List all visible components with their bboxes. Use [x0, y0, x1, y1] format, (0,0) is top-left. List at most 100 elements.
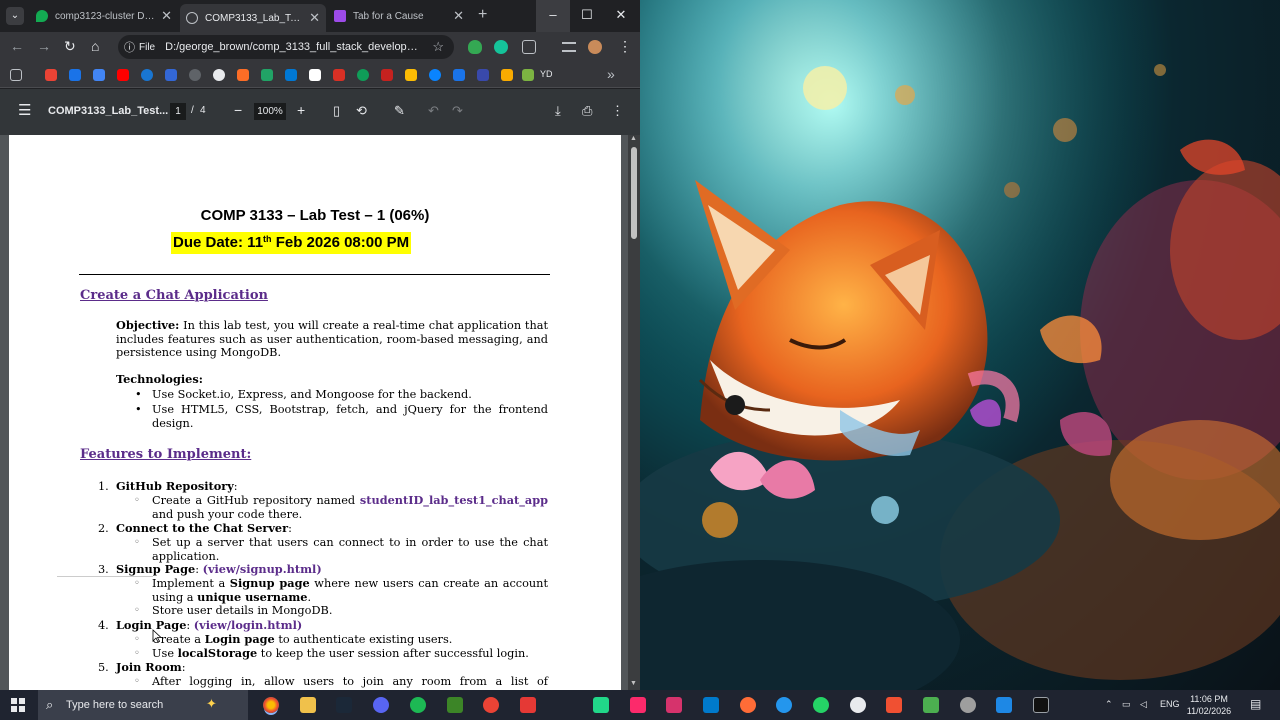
gmail-icon[interactable] — [45, 69, 57, 81]
bookmark-circle-icon[interactable] — [189, 69, 201, 81]
chrome-taskbar-icon[interactable] — [263, 697, 279, 713]
more-menu-icon[interactable]: ⋮ — [618, 38, 632, 55]
bookmark-indigo-icon[interactable] — [477, 69, 489, 81]
reload-icon[interactable]: ↻ — [64, 38, 76, 55]
forward-arrow-icon[interactable]: → — [37, 38, 51, 54]
edge-icon[interactable] — [996, 697, 1012, 713]
bookmark-multicolor-icon[interactable] — [522, 69, 534, 81]
gitlab-icon[interactable] — [237, 69, 249, 81]
shield-extension-icon[interactable] — [468, 40, 482, 54]
google-drive-icon[interactable] — [405, 69, 417, 81]
steam-icon[interactable] — [336, 697, 352, 713]
close-tab-icon[interactable]: ✕ — [309, 10, 320, 26]
grammarly-icon[interactable] — [494, 40, 508, 54]
bookmark-green-circle-icon[interactable] — [357, 69, 369, 81]
redo-icon[interactable]: ↷ — [452, 103, 463, 119]
whatsapp-icon[interactable] — [813, 697, 829, 713]
annotate-pen-icon[interactable]: ✎ — [394, 103, 405, 119]
filezilla-icon[interactable] — [520, 697, 536, 713]
chevron-double-right-icon[interactable]: » — [607, 66, 615, 82]
download-icon[interactable]: ⤓ — [555, 103, 561, 119]
bookmark-crimson-icon[interactable] — [381, 69, 393, 81]
scrollbar-thumb[interactable] — [631, 147, 637, 239]
bookmark-linkedin-icon[interactable] — [285, 69, 297, 81]
hamburger-menu-icon[interactable]: ☰ — [18, 101, 31, 119]
volume-icon[interactable]: ◁ — [1140, 699, 1147, 710]
amazon-icon[interactable] — [309, 69, 321, 81]
tab-mongodb[interactable]: comp3123-cluster Data ✕ — [30, 4, 178, 28]
tray-chevron-icon[interactable]: ⌃ — [1105, 699, 1113, 710]
rider-icon[interactable] — [666, 697, 682, 713]
tab-search-button[interactable]: ⌄ — [6, 7, 24, 25]
technologies-label: Technologies: — [116, 372, 203, 386]
extensions-puzzle-icon[interactable] — [522, 40, 536, 54]
bookmark-star-icon[interactable]: ☆ — [432, 39, 444, 55]
file-path: (view/signup.html) — [202, 562, 322, 576]
zoom-out-button[interactable]: − — [234, 102, 242, 118]
tab-pdf[interactable]: COMP3133_Lab_Test_1.p ✕ — [180, 4, 326, 32]
undo-icon[interactable]: ↶ — [428, 103, 439, 119]
zoom-in-button[interactable]: + — [297, 102, 305, 118]
bookmark-yellow-icon[interactable] — [501, 69, 513, 81]
close-tab-icon[interactable]: ✕ — [161, 8, 172, 24]
windows-start-icon[interactable] — [11, 698, 25, 712]
info-icon[interactable]: ⓘ — [124, 39, 135, 55]
address-bar[interactable]: ⓘ File D:/george_brown/comp_3133_full_st… — [118, 35, 454, 59]
discord-icon[interactable] — [373, 697, 389, 713]
new-tab-button[interactable]: + — [478, 6, 487, 24]
pycharm-icon[interactable] — [593, 697, 609, 713]
home-icon[interactable]: ⌂ — [91, 38, 99, 54]
bookmark-yd[interactable]: YD — [540, 69, 553, 79]
github-icon[interactable] — [213, 69, 225, 81]
scroll-up-icon[interactable]: ▲ — [630, 135, 637, 142]
apps-grid-icon[interactable] — [10, 69, 22, 81]
notepad-icon[interactable] — [923, 697, 939, 713]
postman-icon[interactable] — [740, 697, 756, 713]
language-indicator[interactable]: ENG — [1160, 699, 1180, 709]
pdf-viewer[interactable]: COMP 3133 – Lab Test – 1 (06%) Due Date:… — [0, 135, 640, 690]
pdf-scrollbar[interactable]: ▲ ▼ — [628, 135, 640, 690]
bookmark-grid-icon[interactable] — [453, 69, 465, 81]
git-icon[interactable] — [886, 697, 902, 713]
maximize-button[interactable]: ☐ — [570, 0, 604, 32]
bookmark-docs-icon[interactable] — [93, 69, 105, 81]
print-icon[interactable]: ⎙ — [582, 103, 592, 119]
close-window-button[interactable]: ✕ — [604, 0, 638, 32]
file-explorer-icon[interactable] — [300, 697, 316, 713]
zoom-input[interactable]: 100% — [254, 103, 286, 120]
bookmark-red-icon[interactable] — [333, 69, 345, 81]
clock[interactable]: 11:06 PM 11/02/2026 — [1184, 693, 1234, 717]
youtube-icon[interactable] — [117, 69, 129, 81]
more-options-icon[interactable]: ⋮ — [611, 103, 624, 119]
vscode-icon[interactable] — [703, 697, 719, 713]
url-text[interactable]: D:/george_brown/comp_3133_full_stack_dev… — [165, 41, 425, 53]
reading-list-icon[interactable] — [562, 42, 576, 52]
chrome-alt-icon[interactable] — [483, 697, 499, 713]
text: and push your code there. — [152, 507, 303, 521]
notifications-icon[interactable]: ▤ — [1250, 697, 1261, 711]
profile-avatar[interactable] — [588, 40, 602, 54]
docker-icon[interactable] — [776, 697, 792, 713]
bookmark-green-icon[interactable] — [261, 69, 273, 81]
bookmark-blue-icon[interactable] — [69, 69, 81, 81]
tab-tab-for-a-cause[interactable]: Tab for a Cause ✕ — [328, 4, 470, 28]
rotate-icon[interactable]: ⟲ — [356, 103, 367, 119]
scroll-down-icon[interactable]: ▼ — [630, 680, 637, 687]
spotify-icon[interactable] — [410, 697, 426, 713]
intellij-icon[interactable] — [630, 697, 646, 713]
back-arrow-icon[interactable]: ← — [10, 38, 24, 54]
terminal-icon[interactable] — [1033, 697, 1049, 713]
clock-app-icon[interactable] — [960, 697, 976, 713]
onedrive-icon[interactable] — [429, 69, 441, 81]
bookmark-play-icon[interactable] — [141, 69, 153, 81]
fit-page-icon[interactable]: ▯ — [333, 103, 340, 119]
page-number-input[interactable]: 1 — [170, 103, 186, 120]
colon: : — [181, 661, 186, 674]
network-icon[interactable]: ▭ — [1122, 699, 1131, 710]
app-a-icon[interactable] — [850, 697, 866, 713]
minecraft-icon[interactable] — [447, 697, 463, 713]
bookmark-square-icon[interactable] — [165, 69, 177, 81]
close-tab-icon[interactable]: ✕ — [453, 8, 464, 24]
taskbar-search-input[interactable]: ⌕ Type here to search ✦ — [38, 690, 248, 720]
minimize-button[interactable]: – — [536, 0, 570, 32]
